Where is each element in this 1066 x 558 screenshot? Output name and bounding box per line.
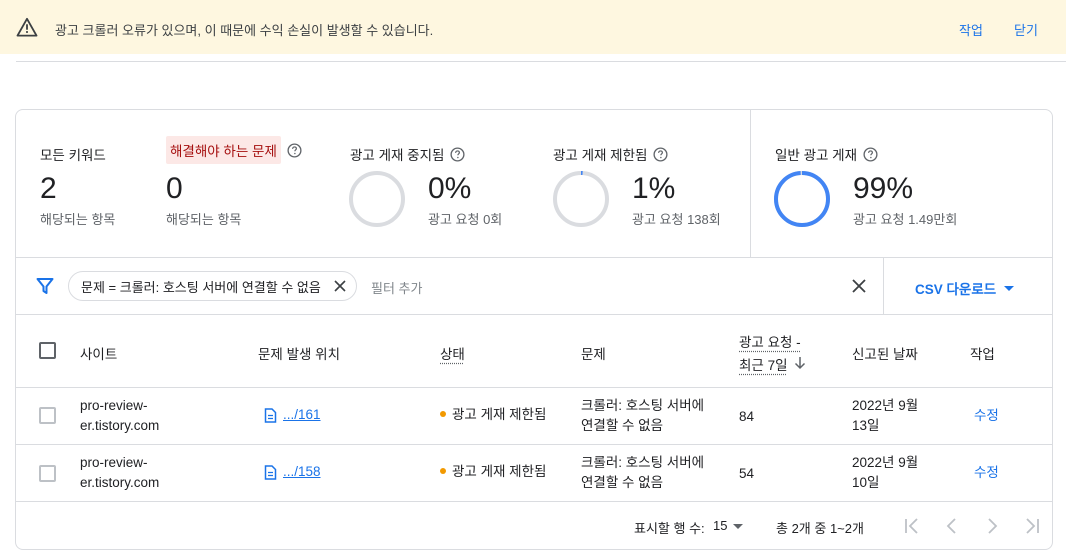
filter-chip-label: 문제 = 크롤러: 호스팅 서버에 연결할 수 없음	[81, 279, 321, 295]
chevron-down-icon	[733, 524, 744, 530]
site-cell: pro-review-er.tistory.com	[80, 398, 160, 433]
column-reported[interactable]: 신고된 날짜	[852, 343, 918, 363]
filter-bar: 문제 = 크롤러: 호스팅 서버에 연결할 수 없음 필터 추가 CSV 다운로…	[16, 258, 1052, 315]
chevron-down-icon	[1004, 285, 1015, 291]
edit-button[interactable]: 수정	[974, 463, 999, 483]
column-status[interactable]: 상태	[440, 343, 465, 363]
table-row: pro-review-er.tistory.com .../158 광고 게재 …	[16, 445, 1052, 502]
all-keywords-label: 모든 키워드	[40, 148, 106, 163]
csv-download-label: CSV 다운로드	[915, 282, 997, 297]
issues-label[interactable]: 해결해야 하는 문제	[166, 136, 302, 164]
pagination: 표시할 행 수: 15 총 2개 중 1~2개	[16, 502, 1052, 549]
reported-date-cell: 2022년 9월 13일	[852, 398, 919, 433]
stats-summary: 모든 키워드 2 해당되는 항목 해결해야 하는 문제 0 해당되는 항목 광고…	[16, 110, 1052, 258]
paused-ring-chart	[349, 171, 405, 227]
column-location[interactable]: 문제 발생 위치	[258, 343, 340, 363]
column-requests-line1[interactable]: 광고 요청 -	[739, 331, 801, 351]
warning-icon	[16, 17, 38, 37]
paused-label: 광고 게재 중지됨	[350, 144, 465, 164]
banner-close-button[interactable]: 닫기	[1014, 20, 1038, 39]
last-page-icon[interactable]	[1022, 516, 1042, 536]
normal-sub: 광고 요청 1.49만회	[853, 212, 958, 227]
help-icon[interactable]	[653, 146, 668, 162]
select-all-checkbox[interactable]	[39, 342, 56, 359]
page-range: 총 2개 중 1~2개	[776, 521, 864, 536]
paused-sub: 광고 요청 0회	[428, 212, 503, 227]
previous-page-icon[interactable]	[942, 516, 962, 536]
location-link[interactable]: .../158	[264, 462, 321, 482]
help-icon[interactable]	[863, 146, 878, 162]
filter-chip[interactable]: 문제 = 크롤러: 호스팅 서버에 연결할 수 없음	[68, 271, 357, 301]
normal-label: 일반 광고 게재	[775, 144, 878, 164]
issue-cell: 크롤러: 호스팅 서버에 연결할 수 없음	[581, 455, 705, 490]
column-site[interactable]: 사이트	[80, 343, 117, 363]
clear-filters-icon[interactable]	[851, 278, 867, 294]
paused-percent: 0%	[428, 172, 472, 205]
limited-sub: 광고 요청 138회	[632, 212, 721, 227]
divider	[750, 110, 751, 257]
document-icon	[264, 464, 277, 480]
reported-date-cell: 2022년 9월 10일	[852, 455, 919, 490]
normal-ring-chart	[774, 171, 830, 227]
banner-message: 광고 크롤러 오류가 있으며, 이 때문에 수익 손실이 발생할 수 있습니다.	[55, 23, 434, 38]
status-dot	[440, 411, 446, 418]
issues-count: 0	[166, 172, 183, 205]
normal-percent: 99%	[853, 172, 914, 205]
row-checkbox[interactable]	[39, 407, 56, 424]
add-filter-input[interactable]: 필터 추가	[371, 278, 422, 297]
row-checkbox[interactable]	[39, 465, 56, 482]
column-action: 작업	[970, 347, 995, 362]
issues-sub: 해당되는 항목	[166, 212, 242, 227]
all-keywords-count: 2	[40, 172, 57, 205]
status-dot	[440, 468, 446, 475]
limited-ring-chart	[553, 171, 609, 227]
requests-cell: 54	[739, 466, 755, 481]
close-icon[interactable]	[334, 280, 346, 292]
status-cell: 광고 게재 제한됨	[440, 405, 546, 425]
limited-label: 광고 게재 제한됨	[553, 144, 668, 164]
table-header: 사이트 문제 발생 위치 상태 문제 광고 요청 - 최근 7일 신고된 날짜 …	[16, 315, 1052, 388]
divider	[16, 61, 1066, 62]
filter-icon[interactable]	[36, 277, 54, 295]
report-card: 모든 키워드 2 해당되는 항목 해결해야 하는 문제 0 해당되는 항목 광고…	[15, 109, 1053, 550]
all-keywords-sub: 해당되는 항목	[40, 212, 116, 227]
help-icon[interactable]	[450, 146, 465, 162]
issue-cell: 크롤러: 호스팅 서버에 연결할 수 없음	[581, 398, 705, 433]
help-icon[interactable]	[287, 142, 302, 158]
column-issue[interactable]: 문제	[581, 343, 606, 363]
next-page-icon[interactable]	[982, 516, 1002, 536]
rows-per-page-select[interactable]: 15	[713, 518, 744, 533]
site-cell: pro-review-er.tistory.com	[80, 455, 160, 490]
warning-banner: 광고 크롤러 오류가 있으며, 이 때문에 수익 손실이 발생할 수 있습니다.…	[0, 0, 1066, 54]
banner-action-button[interactable]: 작업	[959, 20, 983, 39]
document-icon	[264, 407, 277, 423]
rows-per-page-label: 표시할 행 수:	[634, 521, 705, 536]
limited-percent: 1%	[632, 172, 676, 205]
csv-download-button[interactable]: CSV 다운로드	[915, 278, 1015, 298]
issues-chip: 해결해야 하는 문제	[166, 136, 281, 164]
edit-button[interactable]: 수정	[974, 406, 999, 426]
column-requests-line2[interactable]: 최근 7일	[739, 354, 788, 374]
table-row: pro-review-er.tistory.com .../161 광고 게재 …	[16, 388, 1052, 445]
location-link[interactable]: .../161	[264, 405, 321, 425]
status-cell: 광고 게재 제한됨	[440, 462, 546, 482]
requests-cell: 84	[739, 409, 755, 424]
divider	[883, 258, 884, 314]
sort-down-icon[interactable]	[794, 356, 806, 370]
first-page-icon[interactable]	[902, 516, 922, 536]
